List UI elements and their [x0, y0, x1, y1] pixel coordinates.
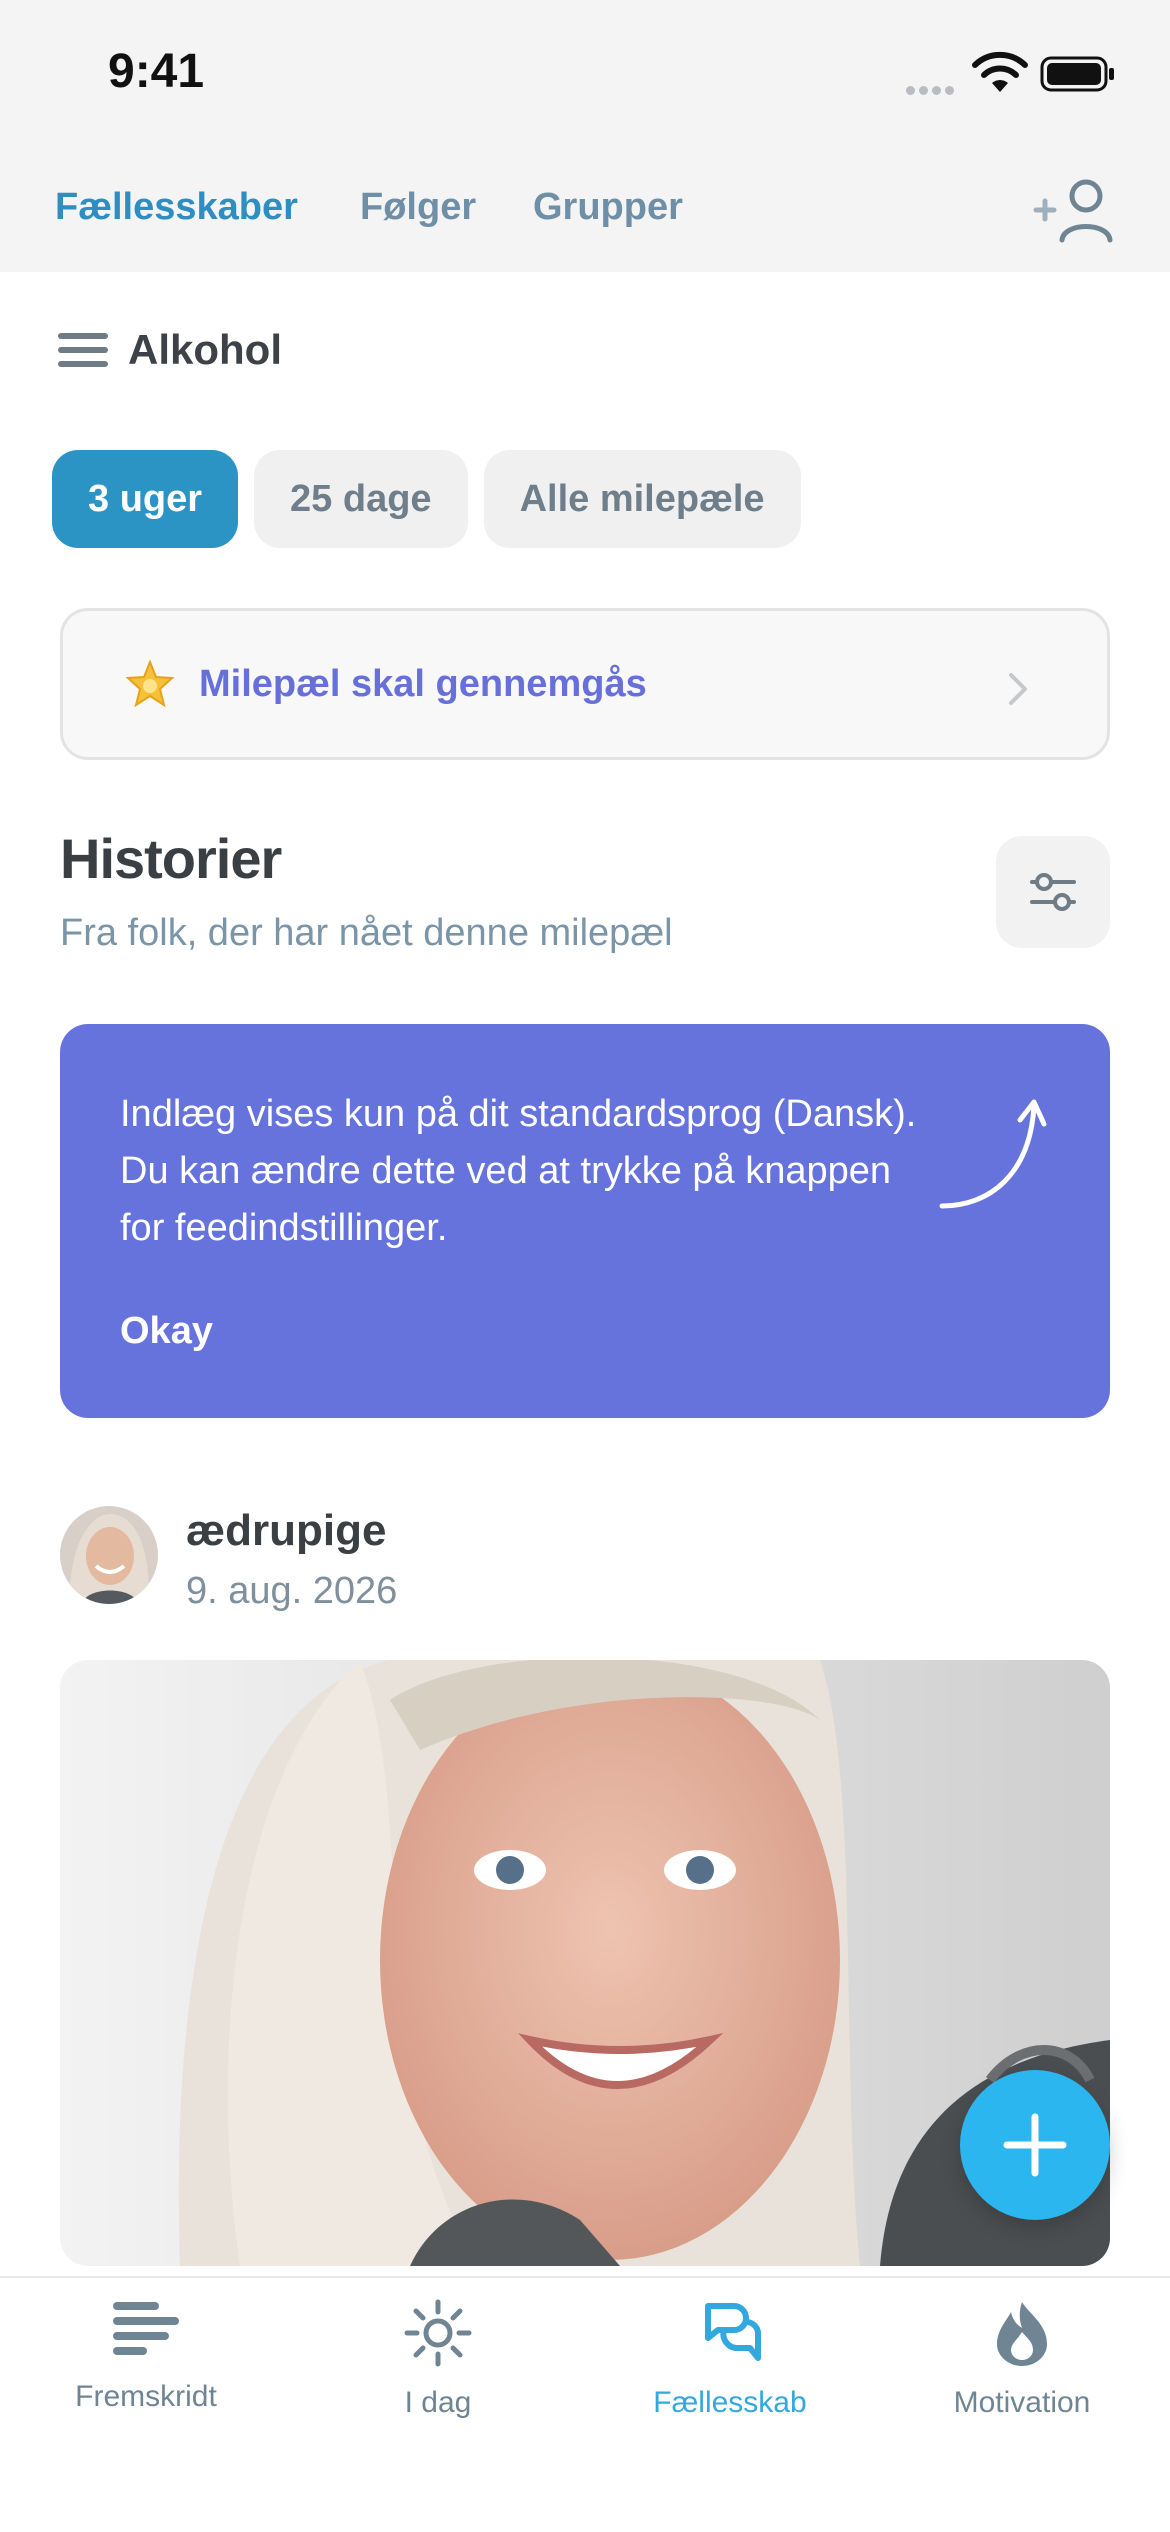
plus-icon — [1003, 2113, 1067, 2177]
cellular-signal-icon — [906, 82, 958, 95]
status-time: 9:41 — [108, 45, 205, 98]
tab-faellesskab[interactable]: Fællesskab — [584, 2298, 876, 2420]
community-icon — [705, 2303, 761, 2361]
star-icon — [125, 659, 175, 708]
tab-label: Fællesskab — [653, 2386, 807, 2419]
milestone-filter-chips: 3 uger 25 dage Alle milepæle — [52, 450, 817, 548]
tab-label: Fremskridt — [75, 2380, 217, 2413]
curved-arrow-icon — [939, 1099, 1047, 1209]
sliders-icon — [1030, 873, 1076, 911]
bottom-tab-bar: Fremskridt I dag Fællesskab Motivation — [0, 2276, 1170, 2532]
menu-icon — [58, 333, 108, 367]
add-user-icon[interactable] — [1028, 174, 1118, 246]
wifi-icon — [972, 51, 1028, 92]
category-selector[interactable]: Alkohol — [58, 326, 282, 374]
motivation-icon — [997, 2302, 1047, 2366]
tab-label: Motivation — [953, 2386, 1091, 2419]
tab-fremskridt[interactable]: Fremskridt — [0, 2298, 292, 2414]
post-author[interactable]: ædrupige — [186, 1506, 386, 1556]
post-date: 9. aug. 2026 — [186, 1570, 398, 1612]
language-info-banner: Indlæg vises kun på dit standardsprog (D… — [60, 1024, 1110, 1418]
top-nav: Fællesskaber Følger Grupper — [0, 148, 1170, 272]
tab-grupper[interactable]: Grupper — [533, 186, 683, 229]
battery-icon — [1040, 56, 1114, 92]
okay-button[interactable]: Okay — [120, 1310, 213, 1353]
milestone-review-text: Milepæl skal gennemgås — [199, 662, 647, 705]
tab-motivation[interactable]: Motivation — [876, 2298, 1168, 2420]
chip-3-uger[interactable]: 3 uger — [52, 450, 239, 548]
tab-faellesskaber[interactable]: Fællesskaber — [55, 186, 298, 229]
sun-icon — [404, 2299, 472, 2367]
milestone-review-card[interactable]: Milepæl skal gennemgås — [60, 608, 1110, 760]
chip-alle-milepaele[interactable]: Alle milepæle — [483, 450, 801, 548]
avatar[interactable] — [60, 1506, 158, 1604]
feed-settings-button[interactable] — [996, 836, 1110, 948]
chip-25-dage[interactable]: 25 dage — [254, 450, 468, 548]
stories-title: Historier — [60, 827, 282, 890]
tab-i-dag[interactable]: I dag — [292, 2298, 584, 2420]
category-label: Alkohol — [128, 326, 282, 373]
tab-label: I dag — [404, 2386, 472, 2419]
status-bar: 9:41 — [0, 0, 1170, 148]
add-post-button[interactable] — [960, 2070, 1110, 2220]
tab-foelger[interactable]: Følger — [360, 186, 476, 229]
banner-message: Indlæg vises kun på dit standardsprog (D… — [120, 1093, 917, 1249]
post-photo[interactable] — [60, 1660, 1110, 2266]
progress-icon — [113, 2302, 179, 2355]
chevron-right-icon — [1009, 673, 1027, 705]
stories-subtitle: Fra folk, der har nået denne milepæl — [60, 912, 673, 954]
